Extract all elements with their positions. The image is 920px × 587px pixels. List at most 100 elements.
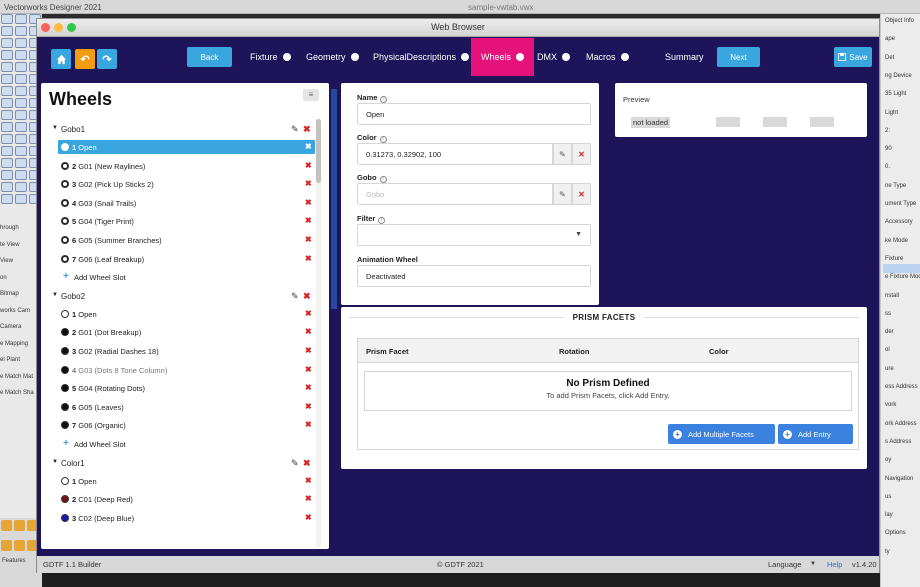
delete-icon[interactable]: ✖ bbox=[305, 142, 312, 151]
save-button[interactable]: Save bbox=[834, 47, 872, 67]
info-icon[interactable]: i bbox=[379, 176, 387, 183]
wheel-slot-item[interactable]: 2 G01 (New Raylines) ✖ bbox=[41, 158, 316, 177]
delete-icon[interactable]: ✖ bbox=[305, 309, 312, 318]
scrollbar[interactable] bbox=[316, 119, 321, 547]
wheel-slot-item[interactable]: 2 C01 (Deep Red) ✖ bbox=[41, 491, 316, 510]
hamburger-icon[interactable]: ≡ bbox=[303, 89, 319, 101]
tool-icon[interactable] bbox=[1, 38, 13, 48]
add-multiple-facets-button[interactable]: + Add Multiple Facets bbox=[668, 424, 775, 444]
wheel-slot-item[interactable]: 1 Open ✖ bbox=[41, 306, 316, 325]
wheel-slot-item[interactable]: 2 G01 (Dot Breakup) ✖ bbox=[41, 324, 316, 343]
wheel-slot-item[interactable]: 3 G02 (Pick Up Sticks 2) ✖ bbox=[41, 176, 316, 195]
tool-icon[interactable] bbox=[15, 86, 27, 96]
wheel-slot-item[interactable]: 7 G06 (Leaf Breakup) ✖ bbox=[41, 251, 316, 270]
tool-icon[interactable] bbox=[1, 50, 13, 60]
tool-icon[interactable] bbox=[1, 158, 13, 168]
color-input[interactable]: 0.31273, 0.32902, 100 bbox=[357, 143, 553, 165]
undo-button[interactable]: ↶ bbox=[75, 49, 95, 69]
add-wheel-slot-button[interactable]: + Add Wheel Slot bbox=[41, 269, 316, 288]
delete-icon[interactable]: ✖ bbox=[305, 365, 312, 374]
tool-icon[interactable] bbox=[1, 170, 13, 180]
language-menu[interactable]: Language bbox=[768, 560, 801, 569]
delete-icon[interactable]: ✖ bbox=[305, 216, 312, 225]
wheel-group-header[interactable]: ▼ Color1 ✎ ✖ bbox=[41, 455, 316, 473]
tool-icon[interactable] bbox=[15, 146, 27, 156]
tool-icon[interactable] bbox=[1, 194, 13, 204]
clear-color-button[interactable]: ✕ bbox=[572, 143, 591, 165]
animation-wheel-input[interactable]: Deactivated bbox=[357, 265, 591, 287]
tool-icon[interactable] bbox=[14, 540, 25, 551]
tool-icon[interactable] bbox=[1, 520, 12, 531]
edit-color-button[interactable]: ✎ bbox=[553, 143, 572, 165]
back-button[interactable]: Back bbox=[187, 47, 232, 67]
edit-gobo-button[interactable]: ✎ bbox=[553, 183, 572, 205]
tool-icon[interactable] bbox=[1, 74, 13, 84]
tool-icon[interactable] bbox=[15, 110, 27, 120]
wheel-slot-item[interactable]: 6 G05 (Leaves) ✖ bbox=[41, 399, 316, 418]
delete-icon[interactable]: ✖ bbox=[303, 291, 311, 302]
wheel-slot-item[interactable]: 7 G06 (Organic) ✖ bbox=[41, 417, 316, 436]
wheel-slot-item[interactable]: 6 G05 (Summer Branches) ✖ bbox=[41, 232, 316, 251]
wheel-slot-item[interactable]: 3 C02 (Deep Blue) ✖ bbox=[41, 510, 316, 529]
tool-icon[interactable] bbox=[1, 110, 13, 120]
tool-icon[interactable] bbox=[15, 38, 27, 48]
wheel-slot-item[interactable]: 5 G04 (Tiger Print) ✖ bbox=[41, 213, 316, 232]
tool-icon[interactable] bbox=[15, 158, 27, 168]
tool-icon[interactable] bbox=[15, 62, 27, 72]
delete-icon[interactable]: ✖ bbox=[305, 420, 312, 429]
wheel-slot-item[interactable]: 1 Open ✖ bbox=[41, 139, 316, 158]
tool-icon[interactable] bbox=[1, 62, 13, 72]
wheel-group-header[interactable]: ▼ Gobo1 ✎ ✖ bbox=[41, 121, 316, 139]
tool-icon[interactable] bbox=[15, 122, 27, 132]
tool-icon[interactable] bbox=[1, 86, 13, 96]
delete-icon[interactable]: ✖ bbox=[305, 254, 312, 263]
tool-icon[interactable] bbox=[15, 182, 27, 192]
tab-fixture[interactable]: Fixture bbox=[250, 38, 291, 76]
tab-dmx[interactable]: DMX bbox=[537, 38, 570, 76]
wheel-slot-item[interactable]: 1 Open ✖ bbox=[41, 473, 316, 492]
tool-icon[interactable] bbox=[1, 540, 12, 551]
wheel-slot-item[interactable]: 4 G03 (Snail Trails) ✖ bbox=[41, 195, 316, 214]
wheel-slot-item[interactable]: 3 G02 (Radial Dashes 18) ✖ bbox=[41, 343, 316, 362]
tool-icon[interactable] bbox=[15, 98, 27, 108]
tool-icon[interactable] bbox=[1, 122, 13, 132]
edit-icon[interactable]: ✎ bbox=[291, 458, 299, 469]
edit-icon[interactable]: ✎ bbox=[291, 124, 299, 135]
info-icon[interactable]: i bbox=[378, 217, 386, 224]
name-input[interactable]: Open bbox=[357, 103, 591, 125]
delete-icon[interactable]: ✖ bbox=[305, 161, 312, 170]
add-entry-button[interactable]: + Add Entry bbox=[778, 424, 853, 444]
gobo-input[interactable]: Gobo bbox=[357, 183, 553, 205]
caret-down-icon[interactable]: ▼ bbox=[52, 459, 58, 465]
tool-icon[interactable] bbox=[1, 14, 13, 24]
delete-icon[interactable]: ✖ bbox=[303, 458, 311, 469]
wheel-group-header[interactable]: ▼ Gobo2 ✎ ✖ bbox=[41, 288, 316, 306]
tab-geometry[interactable]: Geometry bbox=[306, 38, 359, 76]
tool-icon[interactable] bbox=[15, 14, 27, 24]
tool-icon[interactable] bbox=[15, 26, 27, 36]
tool-icon[interactable] bbox=[1, 134, 13, 144]
filter-select[interactable]: ▼ bbox=[357, 224, 591, 246]
delete-icon[interactable]: ✖ bbox=[305, 235, 312, 244]
info-icon[interactable]: i bbox=[379, 136, 387, 143]
add-wheel-slot-button[interactable]: + Add Wheel Slot bbox=[41, 436, 316, 455]
delete-icon[interactable]: ✖ bbox=[305, 476, 312, 485]
info-icon[interactable]: i bbox=[380, 96, 388, 103]
tool-icon[interactable] bbox=[15, 50, 27, 60]
delete-icon[interactable]: ✖ bbox=[305, 383, 312, 392]
delete-icon[interactable]: ✖ bbox=[305, 494, 312, 503]
caret-down-icon[interactable]: ▼ bbox=[52, 292, 58, 298]
wheel-slot-item[interactable]: 5 G04 (Rotating Dots) ✖ bbox=[41, 380, 316, 399]
redo-button[interactable]: ↷ bbox=[97, 49, 117, 69]
tool-icon[interactable] bbox=[14, 520, 25, 531]
tool-icon[interactable] bbox=[15, 134, 27, 144]
tool-icon[interactable] bbox=[1, 182, 13, 192]
delete-icon[interactable]: ✖ bbox=[305, 346, 312, 355]
tab-macros[interactable]: Macros bbox=[586, 38, 629, 76]
next-button[interactable]: Next bbox=[717, 47, 760, 67]
tool-icon[interactable] bbox=[1, 98, 13, 108]
scrollbar-thumb[interactable] bbox=[316, 119, 321, 183]
help-link[interactable]: Help bbox=[827, 560, 842, 569]
delete-icon[interactable]: ✖ bbox=[305, 198, 312, 207]
delete-icon[interactable]: ✖ bbox=[303, 124, 311, 135]
